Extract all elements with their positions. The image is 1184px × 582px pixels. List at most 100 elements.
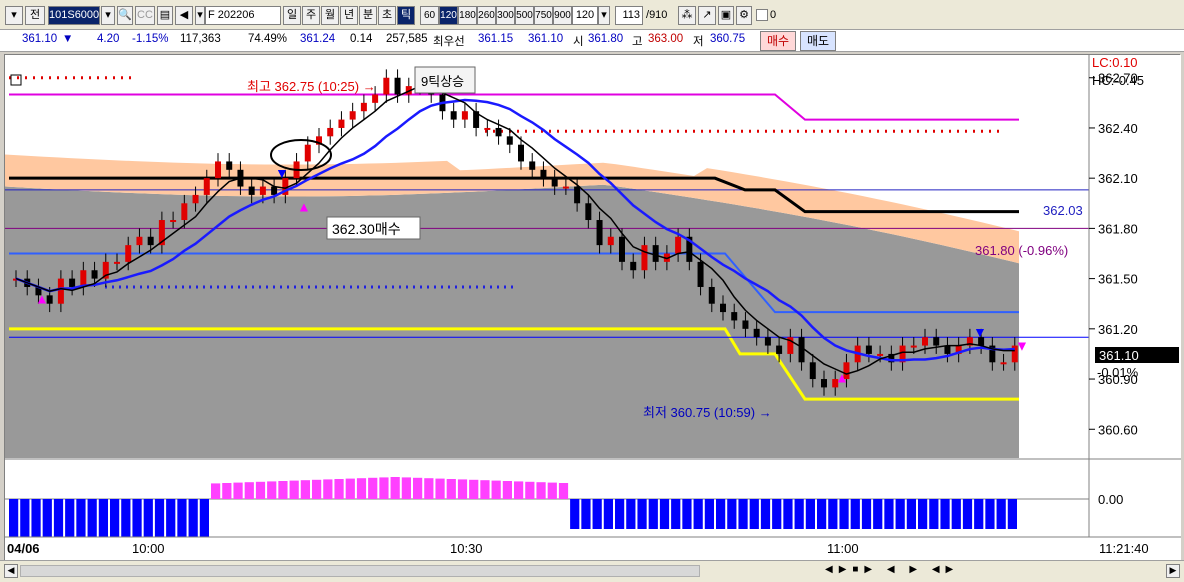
candle xyxy=(551,178,558,187)
osc-bar xyxy=(244,482,254,499)
candle xyxy=(731,312,738,321)
candle xyxy=(697,261,704,287)
period-5[interactable]: 초 xyxy=(378,6,396,25)
nav-buttons[interactable]: ◀▶■▶ ◀ ▶ ◀▶ xyxy=(825,564,1155,578)
candle xyxy=(114,261,120,264)
osc-bar xyxy=(974,499,984,529)
candle xyxy=(596,220,603,246)
cc-icon[interactable]: CC xyxy=(135,6,155,25)
osc-bar xyxy=(514,481,524,499)
product-input[interactable]: F 202206 xyxy=(205,6,281,25)
osc-bar xyxy=(53,499,64,537)
tick-dropdown-icon[interactable]: ▾ xyxy=(598,6,610,25)
osc-bar xyxy=(1007,499,1017,529)
bid: 361.24 xyxy=(300,33,336,45)
symbol-input[interactable]: 101S6000 xyxy=(48,6,100,25)
osc-bar xyxy=(154,499,165,537)
tick-300[interactable]: 300 xyxy=(496,6,515,25)
level-blue-label: 362.03 xyxy=(1043,203,1083,218)
sell-button[interactable]: 매도 xyxy=(800,31,836,51)
osc-bar xyxy=(222,483,232,499)
scroll-right-icon[interactable]: ▶ xyxy=(1166,564,1180,578)
search-icon[interactable]: 🔍 xyxy=(117,6,133,25)
chart-type-icon[interactable]: ↗ xyxy=(698,6,716,25)
time-label-4: 11:21:40 xyxy=(1099,541,1149,556)
price-tick-3: 361.80 xyxy=(1098,221,1138,236)
tick-120[interactable]: 120 xyxy=(439,6,458,25)
tick-260[interactable]: 260 xyxy=(477,6,496,25)
candle xyxy=(394,77,401,95)
low-value: 360.75 xyxy=(710,33,746,45)
tab-label[interactable]: 전 xyxy=(25,6,45,25)
count-input[interactable]: 113 xyxy=(615,6,643,25)
osc-bar xyxy=(424,478,434,499)
osc-bar xyxy=(300,480,310,499)
period-2[interactable]: 월 xyxy=(321,6,339,25)
gear-icon[interactable]: ⚙ xyxy=(736,6,752,25)
osc-bar xyxy=(413,477,423,499)
candle xyxy=(215,161,221,179)
tick-750[interactable]: 750 xyxy=(534,6,553,25)
candle xyxy=(136,236,143,246)
candle xyxy=(383,77,390,95)
prev-icon[interactable]: ▾ xyxy=(5,6,23,25)
tick-500[interactable]: 500 xyxy=(515,6,534,25)
osc-bar xyxy=(278,481,288,499)
change: 4.20 xyxy=(97,33,120,45)
candle xyxy=(607,236,614,246)
checkbox[interactable] xyxy=(756,9,768,21)
bid-diff: 0.14 xyxy=(350,33,373,45)
speaker-icon[interactable]: ◀ xyxy=(175,6,193,25)
tool-icon[interactable]: ▤ xyxy=(157,6,173,25)
candle xyxy=(922,337,928,346)
osc-bar xyxy=(861,499,872,529)
osc-bar xyxy=(110,499,120,537)
low-annotation: 최저 360.75 (10:59) → xyxy=(643,405,772,420)
candle xyxy=(518,144,524,162)
symbol-dropdown-icon[interactable]: ▾ xyxy=(101,6,115,25)
osc-bar xyxy=(469,479,479,499)
osc-bar xyxy=(289,480,299,499)
candle xyxy=(304,144,311,162)
tick-180[interactable]: 180 xyxy=(458,6,477,25)
best-ask: 361.10 xyxy=(528,33,564,45)
period-6[interactable]: 틱 xyxy=(397,6,415,25)
tick-value-select[interactable]: 120 xyxy=(572,6,598,25)
scrollbar[interactable]: ◀ ◀▶■▶ ◀ ▶ ◀▶ ▶ xyxy=(0,560,1184,582)
scroll-left-icon[interactable]: ◀ xyxy=(4,564,18,578)
osc-bar xyxy=(716,499,726,529)
candle xyxy=(529,161,536,170)
period-1[interactable]: 주 xyxy=(302,6,320,25)
product-dropdown-icon[interactable]: ▾ xyxy=(195,6,205,25)
candle xyxy=(506,136,513,145)
grid-icon[interactable]: ⁂ xyxy=(678,6,696,25)
buy-button[interactable]: 매수 xyxy=(760,31,796,51)
tick-900[interactable]: 900 xyxy=(553,6,572,25)
osc-bar xyxy=(637,499,647,529)
period-4[interactable]: 분 xyxy=(359,6,377,25)
scroll-thumb[interactable] xyxy=(20,565,700,577)
candle xyxy=(450,111,457,120)
osc-bar xyxy=(379,477,389,499)
last-price-label: 361.10 xyxy=(1099,348,1139,363)
volume: 117,363 xyxy=(180,33,221,45)
quote-bar: 361.10 ▼ 4.20 -1.15% 117,363 74.49% 361.… xyxy=(0,30,1184,52)
period-3[interactable]: 년 xyxy=(340,6,358,25)
count-total: /910 xyxy=(646,9,668,21)
osc-bar xyxy=(87,499,97,537)
candle xyxy=(1000,362,1007,365)
period-0[interactable]: 일 xyxy=(283,6,301,25)
price-tick-5: 361.20 xyxy=(1098,322,1138,337)
high-annotation: 최고 362.75 (10:25) → xyxy=(247,79,376,94)
osc-bar xyxy=(839,499,849,529)
tick-60[interactable]: 60 xyxy=(420,6,439,25)
candle xyxy=(69,278,76,287)
osc-bar xyxy=(592,499,602,529)
osc-bar xyxy=(603,499,613,529)
osc-bar xyxy=(783,499,793,529)
vol-ratio: 74.49% xyxy=(248,33,288,45)
osc-bar xyxy=(233,482,243,499)
price: 361.10 xyxy=(22,33,58,45)
price-chart[interactable]: ▲▼▲▼▲▼▼ 362.70362.40362.10361.80361.5036… xyxy=(5,55,1181,563)
save-icon[interactable]: ▣ xyxy=(718,6,734,25)
